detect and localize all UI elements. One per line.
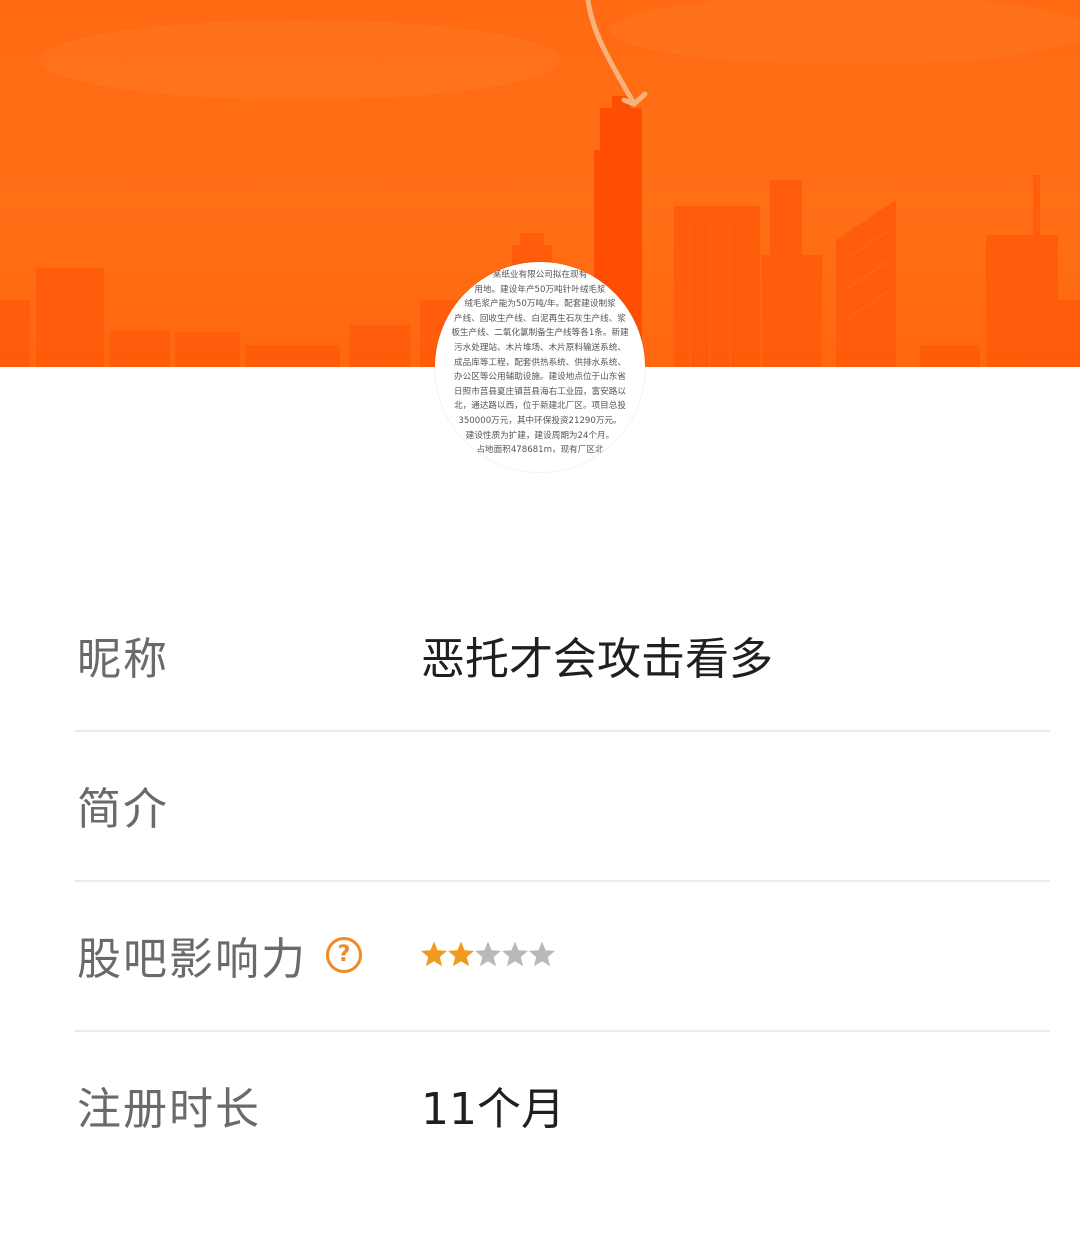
avatar-text-line: 板生产线、二氧化氯制备生产线等各1条。新建	[451, 328, 629, 339]
avatar-text-line: 污水处理站、木片堆场、木片原料输送系统、	[454, 342, 626, 353]
star-empty-icon	[529, 941, 555, 967]
nickname-row[interactable]: 昵称 恶托才会攻击看多	[75, 580, 1050, 732]
avatar-text-line: 用地。建设年产50万吨针叶绒毛浆	[474, 284, 606, 295]
intro-label: 简介	[77, 784, 169, 835]
avatar-text-line: 建设性质为扩建，建设周期为24个月。	[465, 430, 615, 441]
avatar-text-line: 日照市莒县夏庄镇莒县海右工业园，富安路以	[454, 386, 626, 397]
star-filled-icon	[421, 941, 447, 967]
influence-stars	[420, 940, 555, 970]
avatar-image-text: 某纸业有限公司拟在现有用地。建设年产50万吨针叶绒毛浆 绒毛浆产能为50万吨/年。…	[439, 268, 641, 458]
nickname-value: 恶托才会攻击看多	[421, 634, 773, 685]
influence-label: 股吧影响力	[77, 934, 307, 985]
avatar-text-line: 绒毛浆产能为50万吨/年。配套建设制浆	[464, 299, 616, 310]
avatar-text-line: 占地面积478681m，现有厂区北	[476, 445, 604, 456]
avatar-text-line: 成品库等工程，配套供热系统、供排水系统、	[454, 357, 626, 368]
avatar-text-line: 产线、回收生产线、白泥再生石灰生产线、浆	[454, 313, 626, 324]
help-icon[interactable]: ?	[326, 937, 362, 973]
register-duration-label: 注册时长	[77, 1084, 261, 1135]
avatar[interactable]: 某纸业有限公司拟在现有用地。建设年产50万吨针叶绒毛浆 绒毛浆产能为50万吨/年。…	[435, 262, 645, 472]
intro-row[interactable]: 简介	[75, 730, 1050, 882]
star-filled-icon	[448, 941, 474, 967]
avatar-text-line: 350000万元，其中环保投资21290万元。	[458, 415, 622, 426]
influence-row: 股吧影响力 ?	[75, 880, 1050, 1032]
star-empty-icon	[502, 941, 528, 967]
profile-page: 某纸业有限公司拟在现有用地。建设年产50万吨针叶绒毛浆 绒毛浆产能为50万吨/年。…	[0, 0, 1080, 1247]
register-duration-row: 注册时长 11个月	[75, 1030, 1050, 1180]
avatar-text-line: 办公区等公用辅助设施。建设地点位于山东省	[454, 372, 626, 383]
avatar-text-line: 北，通达路以西，位于新建北厂区。项目总投	[454, 401, 626, 412]
avatar-text-line: 某纸业有限公司拟在现有	[492, 270, 588, 280]
register-duration-value: 11个月	[421, 1084, 565, 1135]
star-empty-icon	[475, 941, 501, 967]
nickname-label: 昵称	[77, 634, 169, 685]
